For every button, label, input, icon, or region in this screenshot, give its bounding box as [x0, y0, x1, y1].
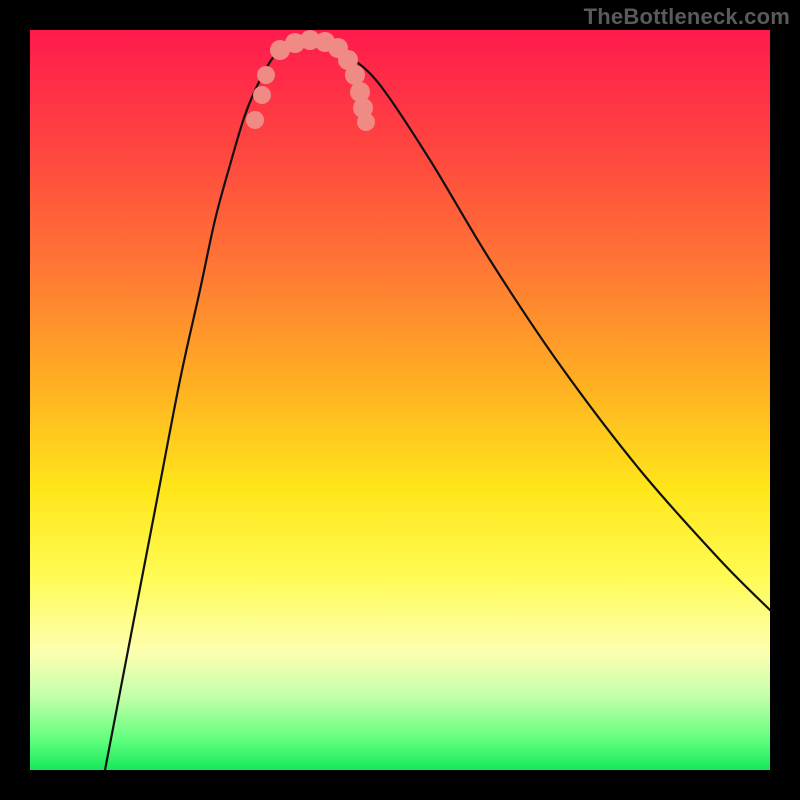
curve-dot: [345, 65, 365, 85]
plot-area: [30, 30, 770, 770]
bottleneck-curve: [105, 40, 770, 770]
watermark-text: TheBottleneck.com: [584, 4, 790, 30]
chart-frame: TheBottleneck.com: [0, 0, 800, 800]
curve-dots: [246, 30, 375, 131]
curve-dot: [246, 111, 264, 129]
curve-dot: [253, 86, 271, 104]
curve-dot: [357, 113, 375, 131]
curve-dot: [257, 66, 275, 84]
chart-svg: [30, 30, 770, 770]
